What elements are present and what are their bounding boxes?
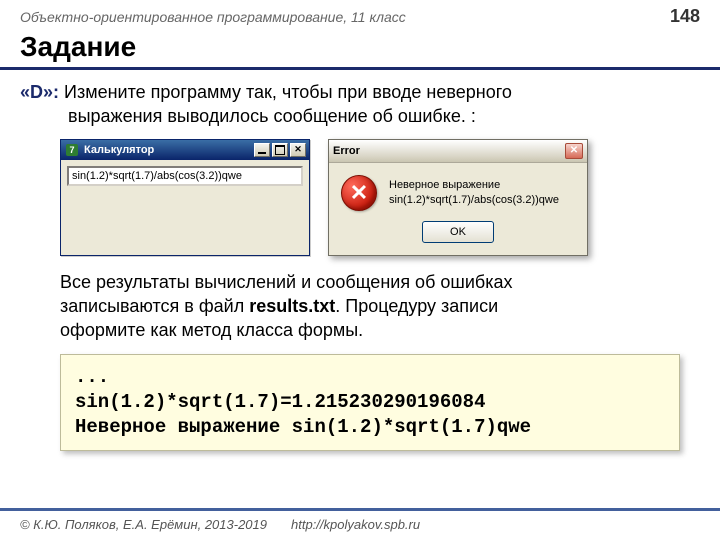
- para-line2c: . Процедуру записи: [335, 296, 498, 316]
- ok-button[interactable]: OK: [422, 221, 494, 243]
- page-title: Задание: [20, 31, 700, 63]
- svg-text:7: 7: [69, 145, 74, 155]
- error-close-button[interactable]: [565, 143, 583, 159]
- title-rule: [0, 67, 720, 70]
- slide-header: Объектно-ориентированное программировани…: [0, 0, 720, 29]
- calculator-client: [61, 160, 309, 220]
- para-line3: оформите как метод класса формы.: [60, 320, 363, 340]
- title-bar: Задание: [0, 29, 720, 67]
- maximize-button[interactable]: [272, 143, 288, 157]
- description-paragraph: Все результаты вычислений и сообщения об…: [60, 270, 700, 343]
- course-title: Объектно-ориентированное программировани…: [20, 9, 406, 25]
- page-number: 148: [670, 6, 700, 27]
- task-line-2: выражения выводилось сообщение об ошибке…: [20, 104, 700, 128]
- para-line1: Все результаты вычислений и сообщения об…: [60, 272, 512, 292]
- calculator-window: 7 Калькулятор: [60, 139, 310, 256]
- error-titlebar: Error: [329, 140, 587, 163]
- slide-footer: © К.Ю. Поляков, Е.А. Ерёмин, 2013-2019 h…: [0, 508, 720, 540]
- calculator-title: Калькулятор: [84, 144, 249, 156]
- screenshots-row: 7 Калькулятор Error: [60, 139, 700, 256]
- error-msg-line2: sin(1.2)*sqrt(1.7)/abs(cos(3.2))qwe: [389, 193, 559, 207]
- close-button[interactable]: [290, 143, 306, 157]
- app-icon: 7: [65, 143, 79, 157]
- results-file-example: ... sin(1.2)*sqrt(1.7)=1.215230290196084…: [60, 354, 680, 450]
- task-text: «D»: Измените программу так, чтобы при в…: [20, 80, 700, 129]
- results-filename: results.txt: [249, 296, 335, 316]
- error-dialog: Error Неверное выражение sin(1.2)*sqrt(1…: [328, 139, 588, 256]
- calculator-titlebar: 7 Калькулятор: [61, 140, 309, 160]
- error-icon: [341, 175, 377, 211]
- code-line3: Неверное выражение sin(1.2)*sqrt(1.7)qwe: [75, 416, 531, 438]
- error-title: Error: [333, 145, 565, 157]
- error-message: Неверное выражение sin(1.2)*sqrt(1.7)/ab…: [389, 178, 559, 207]
- code-line1: ...: [75, 366, 109, 388]
- minimize-button[interactable]: [254, 143, 270, 157]
- code-line2: sin(1.2)*sqrt(1.7)=1.215230290196084: [75, 391, 485, 413]
- expression-input[interactable]: [67, 166, 303, 186]
- error-msg-line1: Неверное выражение: [389, 178, 559, 192]
- task-line-1: Измените программу так, чтобы при вводе …: [59, 82, 512, 102]
- footer-url: http://kpolyakov.spb.ru: [291, 517, 420, 532]
- para-line2a: записываются в файл: [60, 296, 249, 316]
- copyright: © К.Ю. Поляков, Е.А. Ерёмин, 2013-2019: [20, 517, 267, 532]
- task-label: «D»:: [20, 82, 59, 102]
